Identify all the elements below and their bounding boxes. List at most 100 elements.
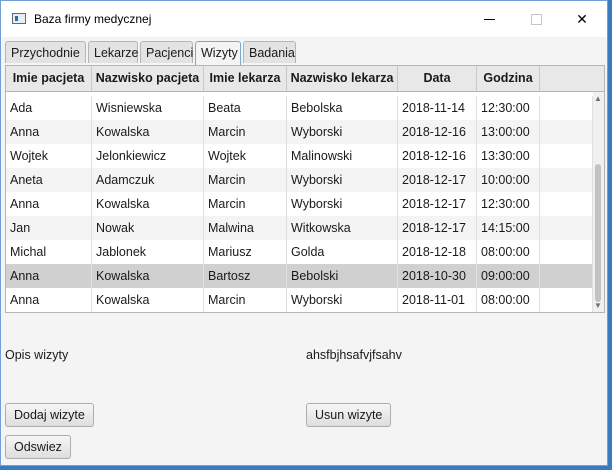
scrollbar-thumb[interactable] [595, 164, 601, 302]
table-cell [540, 168, 593, 192]
table-cell: Wisniewska [92, 96, 204, 120]
table-cell: Bebolska [287, 96, 398, 120]
table-cell: 09:00:00 [477, 264, 540, 288]
table-cell: Kowalska [92, 120, 204, 144]
table-cell: 2018-12-17 [398, 192, 477, 216]
table-cell [540, 240, 593, 264]
table-cell: 2018-12-16 [398, 120, 477, 144]
refresh-button[interactable]: Odswiez [5, 435, 71, 459]
table-cell: Bebolski [287, 264, 398, 288]
table-cell: Kowalska [92, 192, 204, 216]
column-header[interactable]: Imie lekarza [204, 66, 287, 91]
table-cell: 2018-12-17 [398, 168, 477, 192]
app-window: Baza firmy medycznej ✕ Przychodnie Lekar… [0, 0, 608, 466]
column-header[interactable]: Imie pacjeta [6, 66, 92, 91]
table-cell: Bartosz [204, 264, 287, 288]
table-cell: Kowalska [92, 264, 204, 288]
vertical-scrollbar[interactable]: ▲ ▼ [593, 92, 604, 312]
table-cell: Beata [204, 96, 287, 120]
table-cell [540, 96, 593, 120]
table-cell [540, 120, 593, 144]
maximize-button[interactable] [513, 1, 559, 37]
column-header[interactable]: Nazwisko pacjeta [92, 66, 204, 91]
tab-badania[interactable]: Badania [243, 41, 296, 63]
tab-pacjenci[interactable]: Pacjenci [140, 41, 193, 63]
table-row[interactable]: Anna Kowalska Marcin Wyborski 2018-12-17 12:3… [6, 192, 593, 216]
table-row[interactable]: Anna Kowalska Marcin Wyborski 2018-12-16 13:0… [6, 120, 593, 144]
table-cell: Marcin [204, 192, 287, 216]
table-row[interactable]: Ada Wisniewska Beata Bebolska 2018-11-14 12:3… [6, 96, 593, 120]
close-button[interactable]: ✕ [559, 1, 605, 37]
table-cell: 2018-12-16 [398, 144, 477, 168]
opis-label: Opis wizyty [5, 348, 69, 362]
table-cell: 08:00:00 [477, 240, 540, 264]
table-row[interactable]: Anna Kowalska Marcin Wyborski 2018-11-01 08:0… [6, 288, 593, 312]
table-cell: Anna [6, 192, 92, 216]
close-icon: ✕ [576, 11, 588, 27]
maximize-icon [531, 14, 542, 25]
visits-table: Imie pacjeta Nazwisko pacjeta Imie lekar… [5, 65, 605, 313]
table-cell [540, 144, 593, 168]
table-cell: Kowalska [92, 288, 204, 312]
table-cell: Anna [6, 288, 92, 312]
table-cell: 12:30:00 [477, 192, 540, 216]
table-cell: Malinowski [287, 144, 398, 168]
table-cell: Wojtek [204, 144, 287, 168]
minimize-icon [484, 19, 495, 20]
table-cell: 14:15:00 [477, 216, 540, 240]
tab-lekarze[interactable]: Lekarze [88, 41, 138, 63]
table-cell: Malwina [204, 216, 287, 240]
table-cell: Anna [6, 120, 92, 144]
column-header[interactable]: Godzina [477, 66, 540, 91]
table-cell: 2018-12-18 [398, 240, 477, 264]
scroll-down-icon[interactable]: ▼ [594, 301, 602, 310]
table-cell: Wyborski [287, 192, 398, 216]
minimize-button[interactable] [467, 1, 513, 37]
opis-value: ahsfbjhsafvjfsahv [306, 348, 402, 362]
table-cell: 2018-12-17 [398, 216, 477, 240]
table-row[interactable]: Aneta Adamczuk Marcin Wyborski 2018-12-17 10:… [6, 168, 593, 192]
column-header[interactable]: Data [398, 66, 477, 91]
table-cell: Marcin [204, 168, 287, 192]
table-cell: 10:00:00 [477, 168, 540, 192]
scroll-up-icon[interactable]: ▲ [594, 94, 602, 103]
table-cell: 12:30:00 [477, 96, 540, 120]
table-cell: Witkowska [287, 216, 398, 240]
table-cell: Wyborski [287, 288, 398, 312]
column-header[interactable]: Nazwisko lekarza [287, 66, 398, 91]
table-cell: Wyborski [287, 120, 398, 144]
table-row[interactable]: Michal Jablonek Mariusz Golda 2018-12-18 08:0… [6, 240, 593, 264]
table-cell: Aneta [6, 168, 92, 192]
table-cell: Michal [6, 240, 92, 264]
table-cell: 2018-10-30 [398, 264, 477, 288]
table-cell [540, 264, 593, 288]
table-cell [540, 216, 593, 240]
table-cell: Jan [6, 216, 92, 240]
table-cell: Golda [287, 240, 398, 264]
window-title: Baza firmy medycznej [34, 12, 152, 26]
title-bar: Baza firmy medycznej ✕ [1, 1, 607, 37]
table-cell: 2018-11-14 [398, 96, 477, 120]
table-cell: Nowak [92, 216, 204, 240]
table-row[interactable]: Wojtek Jelonkiewicz Wojtek Malinowski 2018-1… [6, 144, 593, 168]
remove-visit-button[interactable]: Usun wizyte [306, 403, 392, 427]
table-body: Ada Wisniewska Beata Bebolska 2018-11-14 12:3… [6, 92, 593, 312]
table-cell: 08:00:00 [477, 288, 540, 312]
table-cell: Marcin [204, 120, 287, 144]
table-cell: Mariusz [204, 240, 287, 264]
add-visit-button[interactable]: Dodaj wizyte [5, 403, 94, 427]
table-cell: Ada [6, 96, 92, 120]
table-cell: Marcin [204, 288, 287, 312]
table-cell: Anna [6, 264, 92, 288]
tab-wizyty[interactable]: Wizyty [195, 41, 241, 65]
table-cell: 13:00:00 [477, 120, 540, 144]
table-cell: Adamczuk [92, 168, 204, 192]
table-cell [540, 192, 593, 216]
table-cell: Wyborski [287, 168, 398, 192]
table-cell: Wojtek [6, 144, 92, 168]
table-row[interactable]: Anna Kowalska Bartosz Bebolski 2018-10-30 09:… [6, 264, 593, 288]
table-header: Imie pacjeta Nazwisko pacjeta Imie lekar… [6, 66, 604, 92]
table-row[interactable]: Jan Nowak Malwina Witkowska 2018-12-17 14:15:… [6, 216, 593, 240]
tab-przychodnie[interactable]: Przychodnie [5, 41, 86, 63]
table-cell: 13:30:00 [477, 144, 540, 168]
